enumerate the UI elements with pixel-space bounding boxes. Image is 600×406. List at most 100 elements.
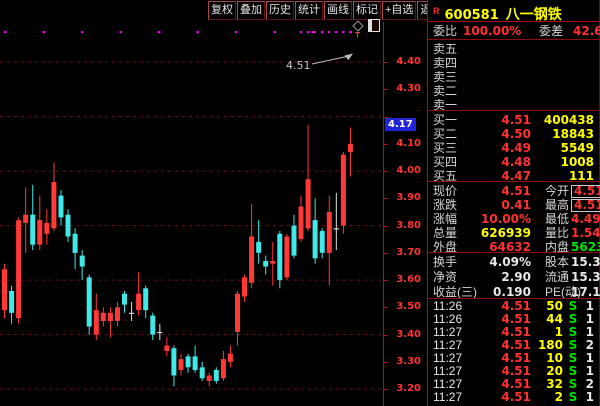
candle-body xyxy=(179,359,184,370)
quote-row-value-2-wrap: 4.51 xyxy=(571,184,600,198)
buy-volume: 1008 xyxy=(531,155,594,169)
axis-tick-label: 3.50 xyxy=(387,301,421,312)
candle-body xyxy=(143,288,148,310)
weibi-label: 委比 xyxy=(433,22,463,39)
axis-tick-label: 4.10 xyxy=(387,138,421,149)
buy-volume: 400438 xyxy=(531,113,594,127)
buy-price: 4.49 xyxy=(473,141,531,155)
fundamental-row-value-2-wrap: 17.1 xyxy=(571,285,600,299)
axis-tick-label: 3.20 xyxy=(387,383,421,394)
quote-row: 涨幅10.00%最低4.49 xyxy=(428,210,599,224)
candle-body xyxy=(242,277,247,296)
trade-volume: 2 xyxy=(531,390,563,404)
axis-tick-label: 3.40 xyxy=(387,329,421,340)
quote-row-value-1: 4.51 xyxy=(479,184,531,198)
buy-level-row: 买二4.5018843 xyxy=(428,125,599,139)
candle-body xyxy=(37,220,42,245)
trade-row: 11:274.5120S1 xyxy=(428,364,599,377)
candle-body xyxy=(306,179,311,228)
trade-volume: 20 xyxy=(531,364,563,378)
trading-app-window: 复权叠加历史统计画线标记+自选返回 4.51 4.404.304.104.003… xyxy=(0,0,600,406)
stock-title: R 600581 八一钢铁 xyxy=(428,0,599,22)
trade-time: 11:27 xyxy=(433,338,473,352)
kline-chart[interactable]: 4.51 xyxy=(0,22,383,406)
stock-name: 八一钢铁 xyxy=(506,6,562,22)
cursor-price-label: 4.17 xyxy=(385,118,416,131)
quote-row-value-2: 4.51 xyxy=(571,199,600,212)
toolbar-button-标记[interactable]: 标记 xyxy=(353,1,381,20)
candle-body xyxy=(59,196,64,218)
trade-count: 2 xyxy=(583,338,594,352)
candle-body xyxy=(249,237,254,283)
fundamental-row: 收益(三)0.190PE(动)17.1 xyxy=(428,283,599,298)
candle-body xyxy=(66,215,71,237)
trade-price: 4.51 xyxy=(473,364,531,378)
trade-side: S xyxy=(563,325,583,339)
trade-price: 4.51 xyxy=(473,377,531,391)
candle-body xyxy=(193,356,198,370)
buy-level-row: 买一4.51400438 xyxy=(428,111,599,125)
trade-count: 1 xyxy=(583,325,594,339)
sell-level-row: 卖四 xyxy=(428,54,599,68)
toolbar-button-复权[interactable]: 复权 xyxy=(208,1,236,20)
axis-tick-label: 3.70 xyxy=(387,247,421,258)
margin-flag: R xyxy=(433,6,440,16)
trade-price: 4.51 xyxy=(473,351,531,365)
candle-body xyxy=(136,294,141,310)
candle-body xyxy=(94,310,99,335)
weicha-label: 委差 xyxy=(539,22,573,39)
candle-body xyxy=(87,277,92,326)
trade-price: 4.51 xyxy=(473,338,531,352)
candle-body xyxy=(263,261,268,267)
candle-body xyxy=(157,332,162,333)
toolbar-button-+自选[interactable]: +自选 xyxy=(382,1,416,20)
window-panel-icon[interactable] xyxy=(368,19,380,32)
committee-ratio-row: 委比 100.00% 委差 42.6万 xyxy=(428,22,599,40)
trade-price: 4.51 xyxy=(473,390,531,404)
buy-level-row: 买五4.47111 xyxy=(428,167,599,181)
quote-row: 现价4.51今开4.51 xyxy=(428,182,599,196)
candle-body xyxy=(44,223,49,234)
candle-body xyxy=(186,356,191,367)
toolbar-button-历史[interactable]: 历史 xyxy=(266,1,294,20)
candle-body xyxy=(115,307,120,321)
buy-price: 4.50 xyxy=(473,127,531,141)
candle-body xyxy=(150,316,155,335)
quote-row: 总量626939量比1.54 xyxy=(428,224,599,238)
quote-row-value-1: 0.41 xyxy=(479,198,531,212)
candle-body xyxy=(299,207,304,240)
candle-body xyxy=(129,313,134,314)
candle-body xyxy=(228,354,233,362)
weicha-value: 42.6万 xyxy=(573,22,600,39)
trade-side: S xyxy=(563,390,583,404)
trade-row: 11:274.51180S2 xyxy=(428,338,599,351)
candle-body xyxy=(277,234,282,280)
fundamental-row-value-1: 2.90 xyxy=(479,270,531,284)
buy-volume: 18843 xyxy=(531,127,594,141)
diamond-icon[interactable] xyxy=(352,20,363,31)
fundamental-row-value-2: 15.3亿 xyxy=(571,270,600,284)
quote-row: 涨跌0.41最高4.51 xyxy=(428,196,599,210)
trade-row: 11:274.512S1 xyxy=(428,390,599,403)
trade-price: 4.51 xyxy=(473,299,531,313)
quote-row-value-1: 626939 xyxy=(479,226,531,240)
trade-row: 11:274.5110S1 xyxy=(428,351,599,364)
trade-row: 11:274.5132S2 xyxy=(428,377,599,390)
trade-row: 11:264.5144S1 xyxy=(428,312,599,325)
toolbar-button-画线[interactable]: 画线 xyxy=(324,1,352,20)
toolbar-button-统计[interactable]: 统计 xyxy=(295,1,323,20)
toolbar-button-叠加[interactable]: 叠加 xyxy=(237,1,265,20)
trade-volume: 32 xyxy=(531,377,563,391)
trade-volume: 10 xyxy=(531,351,563,365)
fundamental-row-value-1: 0.190 xyxy=(479,285,531,299)
trade-count: 1 xyxy=(583,299,594,313)
candle-body xyxy=(101,313,106,321)
trade-price: 4.51 xyxy=(473,325,531,339)
buy-price: 4.48 xyxy=(473,155,531,169)
trade-count: 1 xyxy=(583,312,594,326)
sell-level-row: 卖二 xyxy=(428,82,599,96)
candle-body xyxy=(334,228,339,229)
trade-side: S xyxy=(563,312,583,326)
limit-price-annotation: 4.51 xyxy=(286,59,311,72)
stock-code: 600581 xyxy=(445,8,499,22)
